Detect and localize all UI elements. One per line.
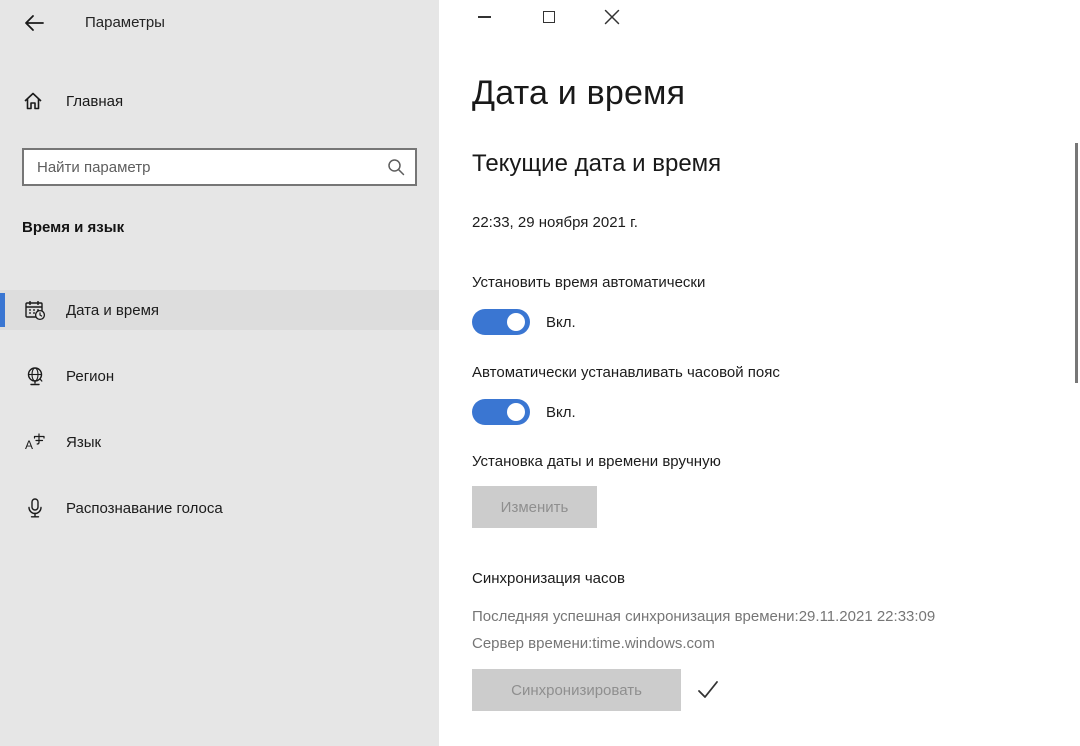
label-manual-set: Установка даты и времени вручную bbox=[472, 453, 721, 470]
sidebar-item-label: Главная bbox=[66, 93, 123, 110]
toggle-knob bbox=[507, 313, 525, 331]
sidebar-item-label: Регион bbox=[66, 368, 114, 385]
selected-accent-bar bbox=[0, 293, 5, 327]
sync-row: Синхронизировать bbox=[472, 669, 721, 711]
search-icon[interactable] bbox=[386, 157, 406, 177]
sidebar-item-language[interactable]: A Язык bbox=[0, 422, 439, 462]
sidebar-item-speech[interactable]: Распознавание голоса bbox=[0, 488, 439, 528]
last-sync-text: Последняя успешная синхронизация времени… bbox=[472, 608, 935, 625]
sidebar-item-region[interactable]: Регион bbox=[0, 356, 439, 396]
label-clock-sync: Синхронизация часов bbox=[472, 570, 625, 587]
microphone-icon bbox=[24, 497, 46, 519]
label-auto-time: Установить время автоматически bbox=[472, 274, 705, 291]
language-icon: A bbox=[24, 431, 46, 453]
time-server-text: Сервер времени:time.windows.com bbox=[472, 635, 715, 652]
search-box bbox=[22, 148, 417, 186]
sidebar-item-label: Дата и время bbox=[66, 302, 159, 319]
auto-timezone-toggle[interactable] bbox=[472, 399, 530, 425]
checkmark-icon bbox=[695, 677, 721, 703]
auto-time-toggle[interactable] bbox=[472, 309, 530, 335]
page-title: Дата и время bbox=[472, 74, 685, 113]
label-auto-timezone: Автоматически устанавливать часовой пояс bbox=[472, 364, 780, 381]
globe-icon bbox=[24, 365, 46, 387]
sidebar-item-label: Распознавание голоса bbox=[66, 500, 223, 517]
maximize-button[interactable] bbox=[526, 0, 572, 34]
home-icon bbox=[22, 90, 44, 112]
sidebar-group-header: Время и язык bbox=[22, 219, 124, 236]
sidebar-item-date-time[interactable]: Дата и время bbox=[0, 290, 439, 330]
settings-window: Параметры Главная Время и язык bbox=[0, 0, 1080, 746]
current-datetime: 22:33, 29 ноября 2021 г. bbox=[472, 214, 638, 231]
sidebar-item-label: Язык bbox=[66, 434, 101, 451]
toggle-knob bbox=[507, 403, 525, 421]
toggle-state-label: Вкл. bbox=[546, 404, 576, 421]
back-arrow-icon bbox=[22, 12, 46, 34]
toggle-state-label: Вкл. bbox=[546, 314, 576, 331]
auto-time-toggle-row: Вкл. bbox=[472, 308, 576, 336]
change-button[interactable]: Изменить bbox=[472, 486, 597, 528]
close-icon bbox=[604, 9, 620, 25]
section-title-current: Текущие дата и время bbox=[472, 150, 721, 178]
auto-timezone-toggle-row: Вкл. bbox=[472, 398, 576, 426]
svg-text:A: A bbox=[25, 438, 33, 452]
search-input[interactable] bbox=[24, 150, 415, 184]
sidebar: Параметры Главная Время и язык bbox=[0, 0, 439, 746]
calendar-clock-icon bbox=[24, 299, 46, 321]
sync-now-button[interactable]: Синхронизировать bbox=[472, 669, 681, 711]
maximize-icon bbox=[543, 11, 555, 23]
app-title: Параметры bbox=[85, 14, 165, 31]
close-button[interactable] bbox=[589, 0, 635, 34]
scrollbar-thumb[interactable] bbox=[1075, 143, 1078, 383]
minimize-icon bbox=[478, 16, 491, 18]
minimize-button[interactable] bbox=[461, 0, 507, 34]
back-button[interactable] bbox=[18, 8, 50, 38]
sidebar-item-home[interactable]: Главная bbox=[0, 86, 439, 116]
